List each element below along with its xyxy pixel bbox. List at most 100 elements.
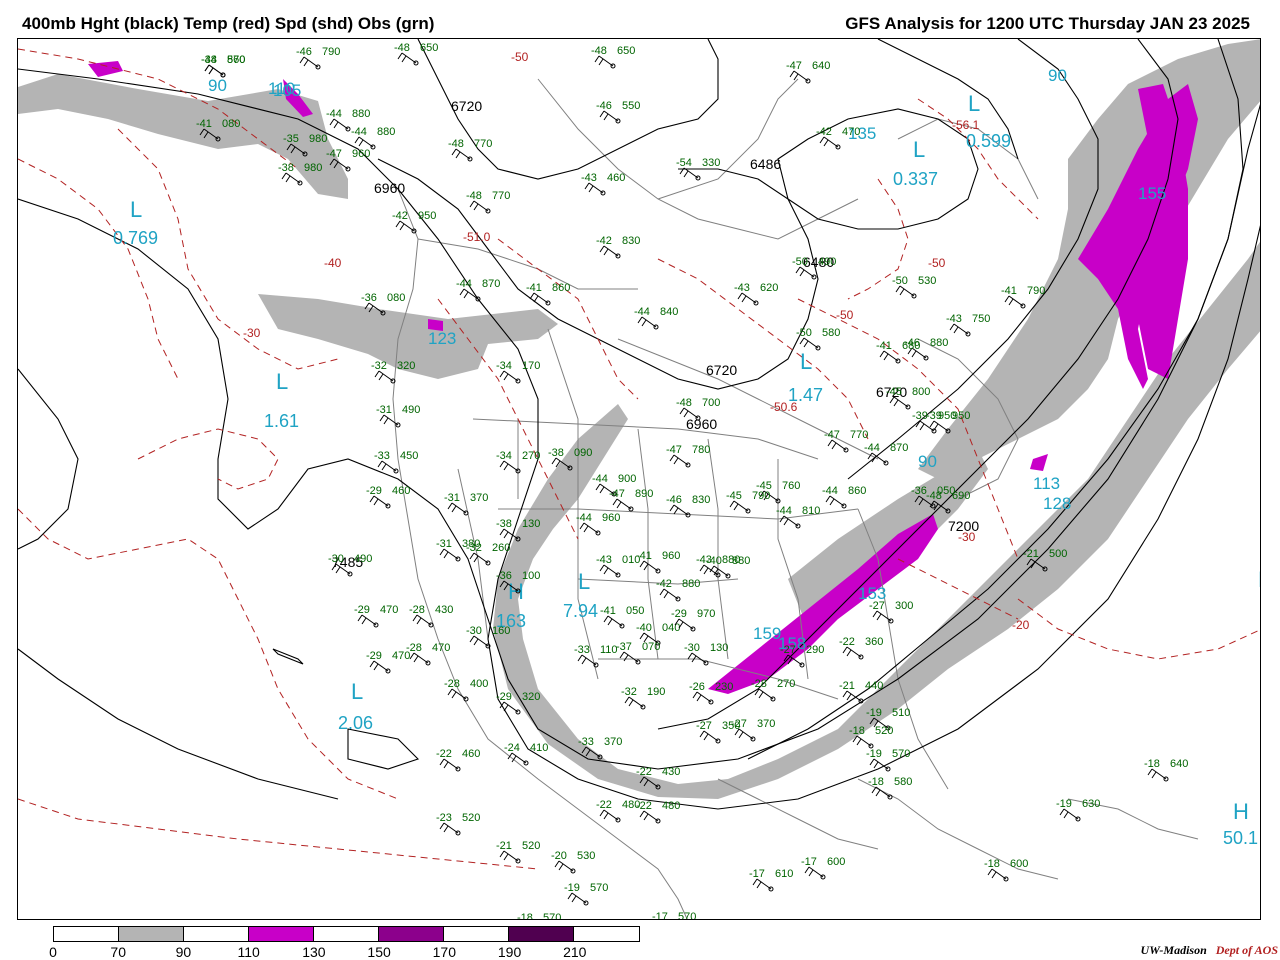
station-obs: -19 570 (866, 748, 910, 772)
obs-temperature: -31 (436, 538, 452, 550)
obs-temperature: -17 (652, 911, 668, 920)
station-obs: -33 450 (374, 450, 418, 474)
obs-temperature: -44 (326, 108, 342, 120)
obs-temperature: -29 (354, 604, 370, 616)
station-obs: -48 770 (448, 138, 492, 162)
wind-barb (594, 55, 614, 67)
obs-height: 570 (892, 748, 910, 760)
station-obs: -42 830 (596, 235, 640, 259)
obs-height: 580 (822, 327, 840, 339)
obs-height: 900 (618, 473, 636, 485)
obs-temperature: -46 (666, 494, 682, 506)
credit-org: UW-Madison (1140, 943, 1207, 957)
station-obs: -48 560 (201, 54, 245, 78)
legend-swatch (184, 927, 249, 941)
wind-barb (507, 752, 527, 764)
obs-height: 080 (222, 118, 240, 130)
obs-temperature: -46 (296, 46, 312, 58)
wind-barb (469, 635, 489, 647)
legend-swatch (314, 927, 379, 941)
obs-temperature: -43 (946, 313, 962, 325)
obs-temperature: -44 (576, 512, 592, 524)
obs-temperature: -34 (496, 360, 512, 372)
speed-label: 90 (1048, 66, 1067, 85)
wind-barb (299, 56, 319, 68)
obs-height: 610 (775, 868, 793, 880)
obs-height: 800 (912, 386, 930, 398)
obs-temperature: -43 (734, 282, 750, 294)
legend-tick-label: 130 (302, 944, 326, 960)
wind-barb (869, 758, 889, 770)
speed-shading (18, 39, 1260, 799)
speed-label: 90 (918, 452, 937, 471)
legend-tick-label: 0 (49, 944, 57, 960)
obs-height: 830 (622, 235, 640, 247)
obs-height: 970 (697, 608, 715, 620)
obs-temperature: -50 (892, 275, 908, 287)
obs-temperature: -35 (283, 133, 299, 145)
obs-temperature: -47 (326, 148, 342, 160)
obs-height: 510 (892, 707, 910, 719)
obs-temperature: -27 (731, 718, 747, 730)
obs-height: 960 (662, 550, 680, 562)
wind-barb (659, 588, 679, 600)
station-obs: -48 650 (591, 45, 635, 69)
obs-height: 430 (662, 766, 680, 778)
wind-barb (357, 614, 377, 626)
station-obs: -45 800 (886, 386, 930, 410)
obs-temperature: -28 (444, 678, 460, 690)
legend-swatch (54, 927, 119, 941)
obs-height: 520 (875, 725, 893, 737)
station-obs: -32 190 (621, 686, 665, 710)
height-label: 6960 (374, 180, 405, 196)
obs-temperature: -48 (676, 397, 692, 409)
obs-height: 620 (760, 282, 778, 294)
obs-height: 530 (577, 850, 595, 862)
wind-barb (754, 688, 774, 700)
station-obs: -31 370 (444, 492, 488, 516)
wind-barb (687, 652, 707, 664)
obs-height: 370 (604, 736, 622, 748)
obs-height: 160 (492, 625, 510, 637)
wind-barb (639, 560, 659, 572)
obs-temperature: -48 (201, 54, 217, 66)
obs-height: 490 (354, 553, 372, 565)
wind-barb (379, 414, 399, 426)
wind-barb (692, 691, 712, 703)
obs-temperature: -29 (366, 650, 382, 662)
obs-height: 400 (470, 678, 488, 690)
station-obs: -19 570 (564, 882, 608, 906)
obs-temperature: -17 (749, 868, 765, 880)
obs-height: 580 (894, 776, 912, 788)
obs-temperature: -43 (581, 172, 597, 184)
obs-temperature: -27 (869, 600, 885, 612)
obs-height: 790 (322, 46, 340, 58)
speed-label: 105 (273, 81, 301, 100)
speed-label: 90 (208, 76, 227, 95)
temperature-label: -20 (1012, 618, 1030, 632)
legend-swatch (379, 927, 444, 941)
obs-height: 450 (400, 450, 418, 462)
obs-height: 880 (682, 578, 700, 590)
wind-barb (789, 70, 809, 82)
wind-barb (804, 866, 824, 878)
wind-barb (637, 316, 657, 328)
wind-barb (752, 878, 772, 890)
wind-barb (469, 200, 489, 212)
wind-barb (915, 420, 935, 432)
obs-height: 570 (678, 911, 696, 920)
height-label: 6720 (451, 98, 482, 114)
wind-barb (825, 495, 845, 507)
obs-temperature: -18 (517, 912, 533, 920)
obs-height: 360 (865, 636, 883, 648)
center-value: 0.769 (113, 228, 158, 248)
obs-temperature: -22 (436, 748, 452, 760)
obs-height: 790 (752, 490, 770, 502)
wind-barb (354, 136, 374, 148)
obs-temperature: -41 (876, 340, 892, 352)
wind-barb (819, 136, 839, 148)
obs-height: 640 (1170, 758, 1188, 770)
chart-title-right: GFS Analysis for 1200 UTC Thursday JAN 2… (845, 14, 1250, 33)
obs-temperature: -39 (926, 410, 942, 422)
obs-temperature: -41 (600, 605, 616, 617)
